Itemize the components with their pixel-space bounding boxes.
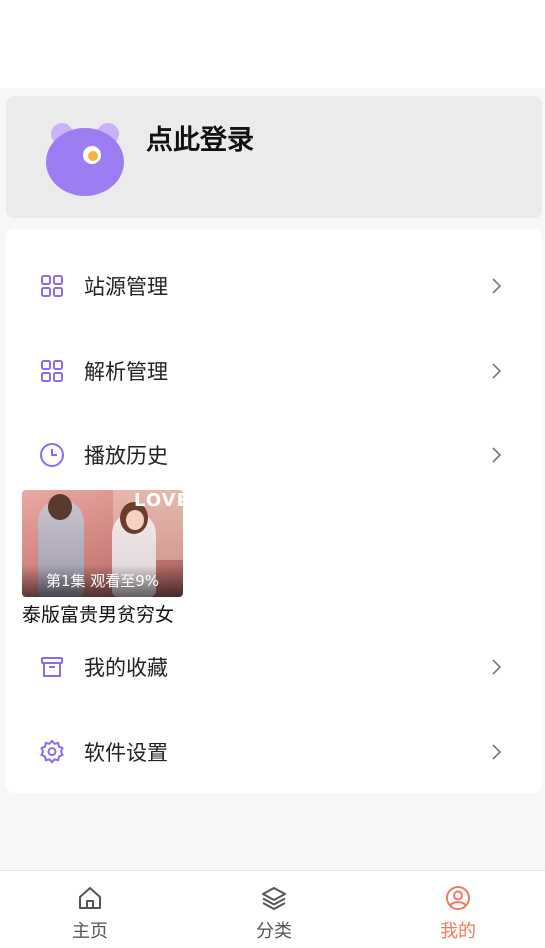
menu-item-label: 解析管理 [84, 360, 168, 384]
menu-item-label: 软件设置 [84, 741, 168, 765]
login-profile-card[interactable]: 点此登录 [6, 96, 542, 218]
layers-icon [262, 887, 286, 910]
archive-box-icon [41, 657, 63, 677]
menu-item-label: 站源管理 [84, 275, 168, 299]
tab-category[interactable]: 分类 [214, 871, 334, 948]
grid-icon [41, 360, 63, 382]
menu-item-label: 播放历史 [84, 444, 168, 468]
gear-icon [40, 739, 64, 764]
avatar-icon [46, 123, 124, 196]
chevron-right-icon [492, 744, 502, 760]
chevron-right-icon [492, 278, 502, 294]
history-item[interactable]: LOVE 第1集 观看至9% 泰版富贵男贫穷女 [22, 490, 184, 626]
menu-item-my-favorites[interactable]: 我的收藏 [6, 637, 542, 697]
tab-label: 我的 [440, 921, 476, 942]
grid-icon [41, 275, 63, 297]
history-title: 泰版富贵男贫穷女 [22, 604, 175, 626]
home-icon [79, 887, 101, 909]
chevron-right-icon [492, 447, 502, 463]
tab-home[interactable]: 主页 [30, 871, 150, 948]
tab-label: 主页 [72, 921, 108, 942]
menu-item-label: 我的收藏 [84, 656, 168, 680]
chevron-right-icon [492, 363, 502, 379]
menu-item-play-history[interactable]: 播放历史 [6, 425, 542, 485]
login-prompt[interactable]: 点此登录 [146, 118, 254, 157]
video-thumbnail[interactable]: LOVE 第1集 观看至9% [22, 490, 183, 597]
menu-item-app-settings[interactable]: 软件设置 [6, 722, 542, 782]
bottom-tab-bar: 主页 分类 我的 [0, 870, 545, 948]
chevron-right-icon [492, 659, 502, 675]
watch-progress-label: 第1集 观看至9% [45, 572, 160, 590]
user-icon [446, 886, 470, 910]
poster-title-text: LOVE [134, 490, 183, 511]
menu-item-source-management[interactable]: 站源管理 [6, 256, 542, 316]
clock-icon [40, 443, 64, 467]
top-bar [0, 0, 545, 88]
tab-mine[interactable]: 我的 [398, 871, 518, 948]
menu-item-parse-management[interactable]: 解析管理 [6, 341, 542, 401]
tab-label: 分类 [256, 921, 292, 942]
